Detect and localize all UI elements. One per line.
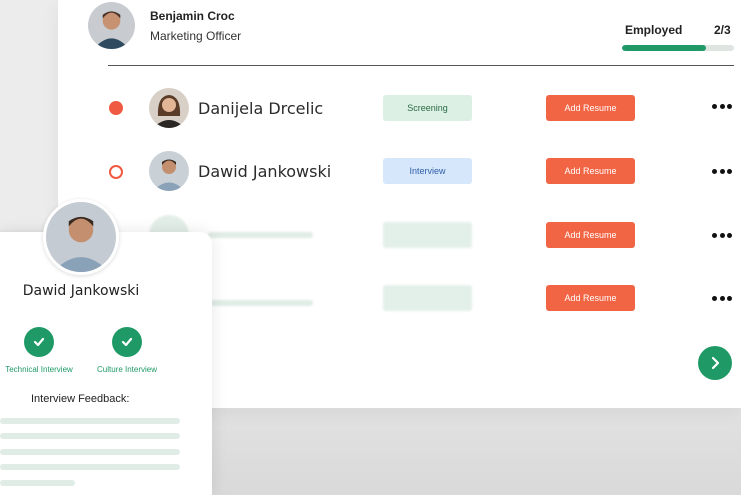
check-label-culture: Culture Interview [96,365,158,374]
status-count: 2/3 [714,23,731,37]
employee-role: Marketing Officer [150,29,242,43]
name-placeholder [208,300,313,306]
add-resume-button[interactable]: Add Resume [546,222,635,248]
stage-badge-interview[interactable]: Interview [383,158,472,184]
status-dot[interactable] [109,101,123,115]
status-label: Employed [625,23,683,37]
header-divider [108,65,734,66]
check-icon [112,327,142,357]
progress-fill [622,45,706,51]
check-icon [24,327,54,357]
next-button[interactable] [698,346,732,380]
stage-badge-placeholder [383,285,472,311]
feedback-line [0,418,180,424]
profile-name: Dawid Jankowski [22,283,140,299]
more-horizontal-icon[interactable] [712,295,732,301]
more-horizontal-icon[interactable] [712,168,732,174]
add-resume-button[interactable]: Add Resume [546,158,635,184]
stage-badge-placeholder [383,222,472,248]
stage-badge-screening[interactable]: Screening [383,95,472,121]
feedback-label: Interview Feedback: [31,393,130,405]
feedback-line [0,464,180,470]
avatar-profile [43,199,119,275]
add-resume-button[interactable]: Add Resume [546,285,635,311]
feedback-line [0,449,180,455]
profile-card [0,232,212,495]
status-dot[interactable] [109,165,123,179]
progress-bar [622,45,734,51]
more-horizontal-icon[interactable] [712,232,732,238]
feedback-line [0,433,180,439]
check-label-technical: Technical Interview [5,365,73,374]
feedback-line [0,480,75,486]
avatar-benjamin [88,2,135,49]
avatar-dawid [149,151,189,191]
name-placeholder [208,232,313,238]
chevron-right-icon [711,356,720,370]
more-horizontal-icon[interactable] [712,103,732,109]
avatar-danijela [149,88,189,128]
candidate-name[interactable]: Dawid Jankowski [198,162,331,181]
add-resume-button[interactable]: Add Resume [546,95,635,121]
candidate-name[interactable]: Danijela Drcelic [198,99,323,118]
background-strip [0,0,62,230]
employee-name: Benjamin Croc [150,9,235,23]
